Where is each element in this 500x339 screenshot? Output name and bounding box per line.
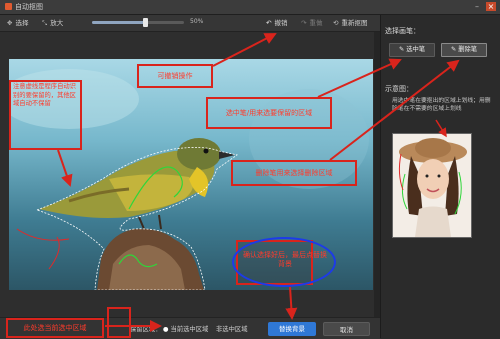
- delete-brush-label: 删除笔: [458, 46, 478, 53]
- annotation-undo: 可撤销操作: [137, 64, 213, 88]
- zoom-in-button[interactable]: ⤡ 放大: [42, 18, 63, 28]
- reset-icon: ⟲: [333, 19, 339, 27]
- keep-brush-button[interactable]: ✎ 选中笔: [389, 43, 435, 57]
- annotation-bottom-box: [107, 307, 131, 338]
- brush-section-title: 选择画笔：: [385, 27, 420, 35]
- radio-non-selected[interactable]: 非选中区域: [216, 324, 247, 333]
- app-icon: [5, 3, 12, 10]
- zoom-slider-handle[interactable]: [143, 18, 149, 27]
- annotation-delete-brush: 删除笔用来选择删除区域: [231, 160, 357, 186]
- zoom-slider[interactable]: [92, 18, 184, 27]
- annotation-keep-brush: 选中笔/用来选要保留的区域: [206, 97, 332, 129]
- annotation-confirm-text: 确认选择好后，最后点替换背景: [243, 251, 327, 268]
- expand-icon: ⤡: [42, 19, 48, 27]
- radio-non-selected-label: 非选中区域: [216, 326, 248, 333]
- example-description: 用选中笔在要抠出的区域上划线；用删除笔在不需要的区域上划线: [392, 98, 491, 112]
- reset-label: 重新抠图: [341, 19, 368, 27]
- zoom-in-label: 放大: [50, 19, 64, 27]
- select-tool-button[interactable]: ✥ 选择: [7, 18, 28, 28]
- undo-icon: ↶: [266, 19, 272, 27]
- redo-button[interactable]: ↷ 重做: [301, 18, 322, 28]
- select-tool-label: 选择: [15, 19, 29, 27]
- example-girl-illustration: [393, 134, 471, 237]
- pencil-icon: ✎: [398, 46, 405, 53]
- delete-brush-button[interactable]: ✎ 删除笔: [441, 43, 487, 57]
- move-arrows-icon: ✥: [7, 19, 13, 27]
- annotation-bottom: 此处选当前选中区域: [6, 318, 104, 338]
- radio-current-selection-label: 当前选中区域: [170, 326, 209, 333]
- keep-area-label: 保留区域：: [130, 326, 162, 333]
- radio-checked-icon: ●: [163, 326, 169, 333]
- window-title: 自动抠图: [15, 3, 43, 11]
- zoom-percent: 50%: [190, 18, 204, 25]
- app-window: 自动抠图 – × ✥选择 ⤡放大 ↶撤销 ↷重做 ⟲重新抠图 50%: [0, 0, 500, 339]
- zoom-slider-fill: [92, 21, 146, 24]
- example-image: [392, 133, 472, 238]
- undo-button[interactable]: ↶ 撤销: [266, 18, 287, 28]
- radio-current-selection[interactable]: ● 当前选中区域: [163, 324, 208, 333]
- replace-background-button[interactable]: 替换背景: [268, 322, 316, 336]
- pencil-icon: ✎: [450, 46, 457, 53]
- example-title: 示意图：: [385, 85, 413, 93]
- undo-label: 撤销: [274, 19, 288, 27]
- reset-cutout-button[interactable]: ⟲ 重新抠图: [333, 18, 367, 28]
- keep-brush-label: 选中笔: [406, 46, 426, 53]
- title-bar: 自动抠图 – ×: [0, 0, 500, 15]
- minimize-icon[interactable]: –: [472, 2, 482, 11]
- cancel-button[interactable]: 取消: [323, 322, 370, 336]
- redo-label: 重做: [309, 19, 323, 27]
- redo-icon: ↷: [301, 19, 307, 27]
- annotation-dotted-line: 注意虚线是程序自动识别的要保留的，其他区域自动不保留: [9, 80, 82, 150]
- close-icon[interactable]: ×: [486, 2, 496, 11]
